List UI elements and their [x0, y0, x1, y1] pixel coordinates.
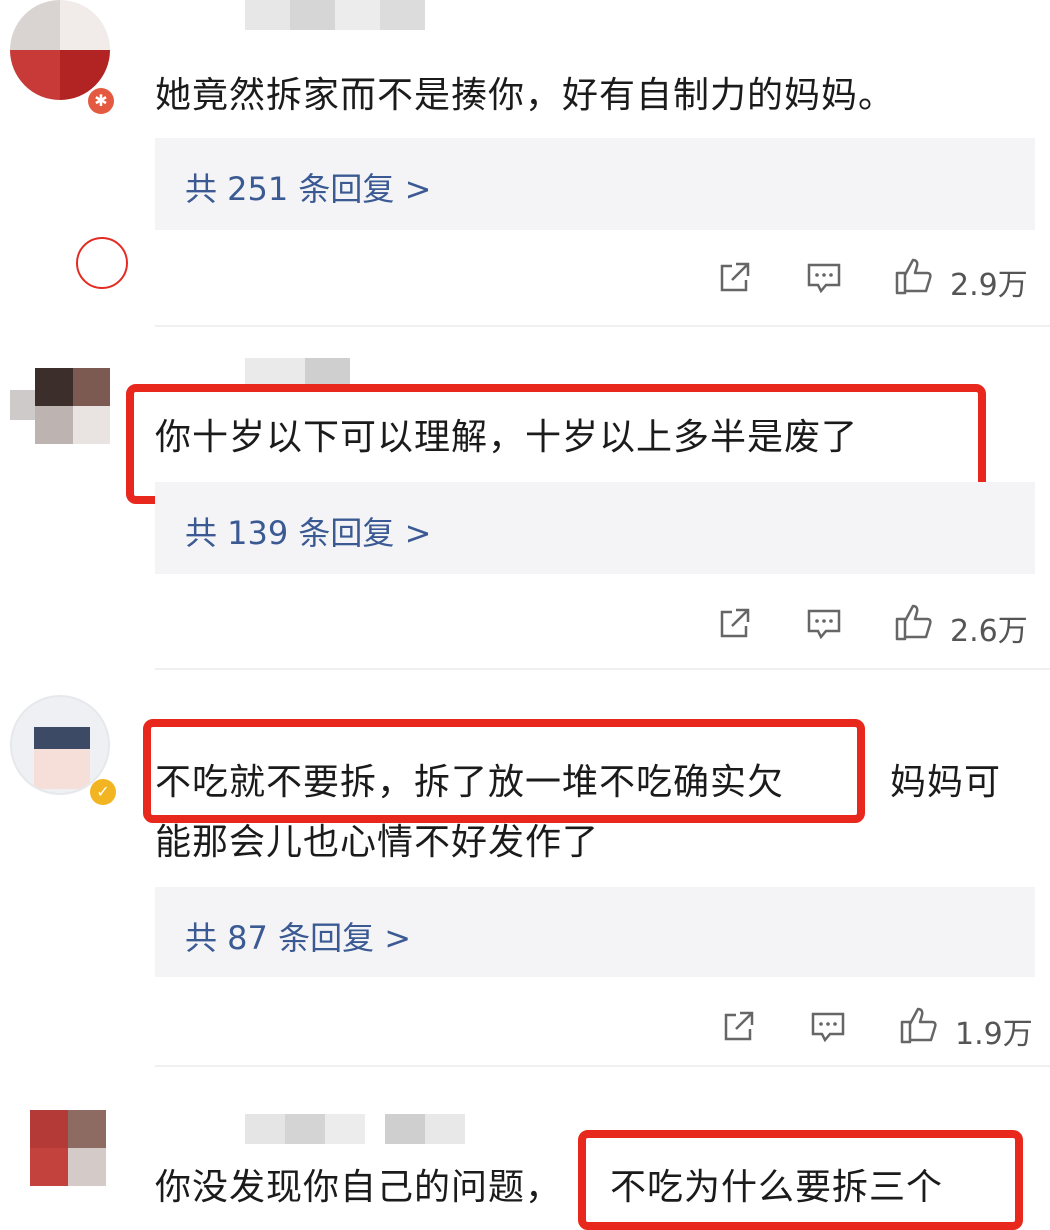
highlight-frame: [143, 719, 865, 823]
like-count: 2.9万: [950, 268, 1028, 303]
comment-icon[interactable]: [810, 1009, 846, 1045]
share-icon[interactable]: [720, 1009, 756, 1045]
reply-count-link[interactable]: 共 87 条回复 >: [185, 913, 411, 959]
divider: [155, 325, 1050, 327]
comment-1: ✱ 她竟然拆家而不是揍你，好有自制力的妈妈。 共 251 条回复 > 2.9万: [0, 0, 1050, 330]
comment-2: 你十岁以下可以理解，十岁以上多半是废了 共 139 条回复 > 2.6万: [0, 350, 1050, 680]
like-count: 1.9万: [955, 1017, 1033, 1052]
comment-icon[interactable]: [806, 260, 842, 296]
action-bar: 2.6万: [0, 594, 1050, 654]
highlight-frame: [578, 1130, 1023, 1230]
avatar[interactable]: [10, 350, 110, 450]
divider: [155, 668, 1050, 670]
reply-count-link[interactable]: 共 251 条回复 >: [185, 164, 431, 210]
avatar[interactable]: [10, 695, 110, 795]
action-bar: 1.9万: [0, 997, 1050, 1057]
share-icon[interactable]: [716, 606, 752, 642]
comment-text: 她竟然拆家而不是揍你，好有自制力的妈妈。: [155, 75, 896, 116]
username[interactable]: [155, 0, 425, 30]
comment-icon[interactable]: [806, 606, 842, 642]
avatar[interactable]: [30, 1110, 106, 1186]
share-icon[interactable]: [716, 260, 752, 296]
thumbs-up-icon[interactable]: [893, 602, 933, 642]
comment-3: ✓ 不吃就不要拆，拆了放一堆不吃确实欠 妈妈可 能那会儿也心情不好发作了 共 8…: [0, 695, 1050, 1095]
comment-text-line2: 能那会儿也心情不好发作了: [155, 822, 600, 863]
comment-4: 你没发现你自己的问题， 不吃为什么要拆三个: [0, 1110, 1050, 1230]
comment-text-line1-rest: 妈妈可: [890, 762, 1002, 803]
reply-box[interactable]: 共 251 条回复 >: [155, 138, 1035, 230]
username[interactable]: [155, 1114, 465, 1144]
avatar[interactable]: [10, 0, 110, 100]
vip-badge-icon: ✱: [88, 88, 114, 114]
thumbs-up-icon[interactable]: [898, 1005, 938, 1045]
reply-count-link[interactable]: 共 139 条回复 >: [185, 508, 431, 554]
reply-box[interactable]: 共 139 条回复 >: [155, 482, 1035, 574]
comment-text-plain: 你没发现你自己的问题，: [155, 1167, 563, 1208]
like-count: 2.6万: [950, 614, 1028, 649]
divider: [155, 1065, 1050, 1067]
reply-box[interactable]: 共 87 条回复 >: [155, 887, 1035, 977]
action-bar: 2.9万: [0, 248, 1050, 308]
verified-badge-icon: ✓: [90, 779, 116, 805]
thumbs-up-icon[interactable]: [893, 256, 933, 296]
